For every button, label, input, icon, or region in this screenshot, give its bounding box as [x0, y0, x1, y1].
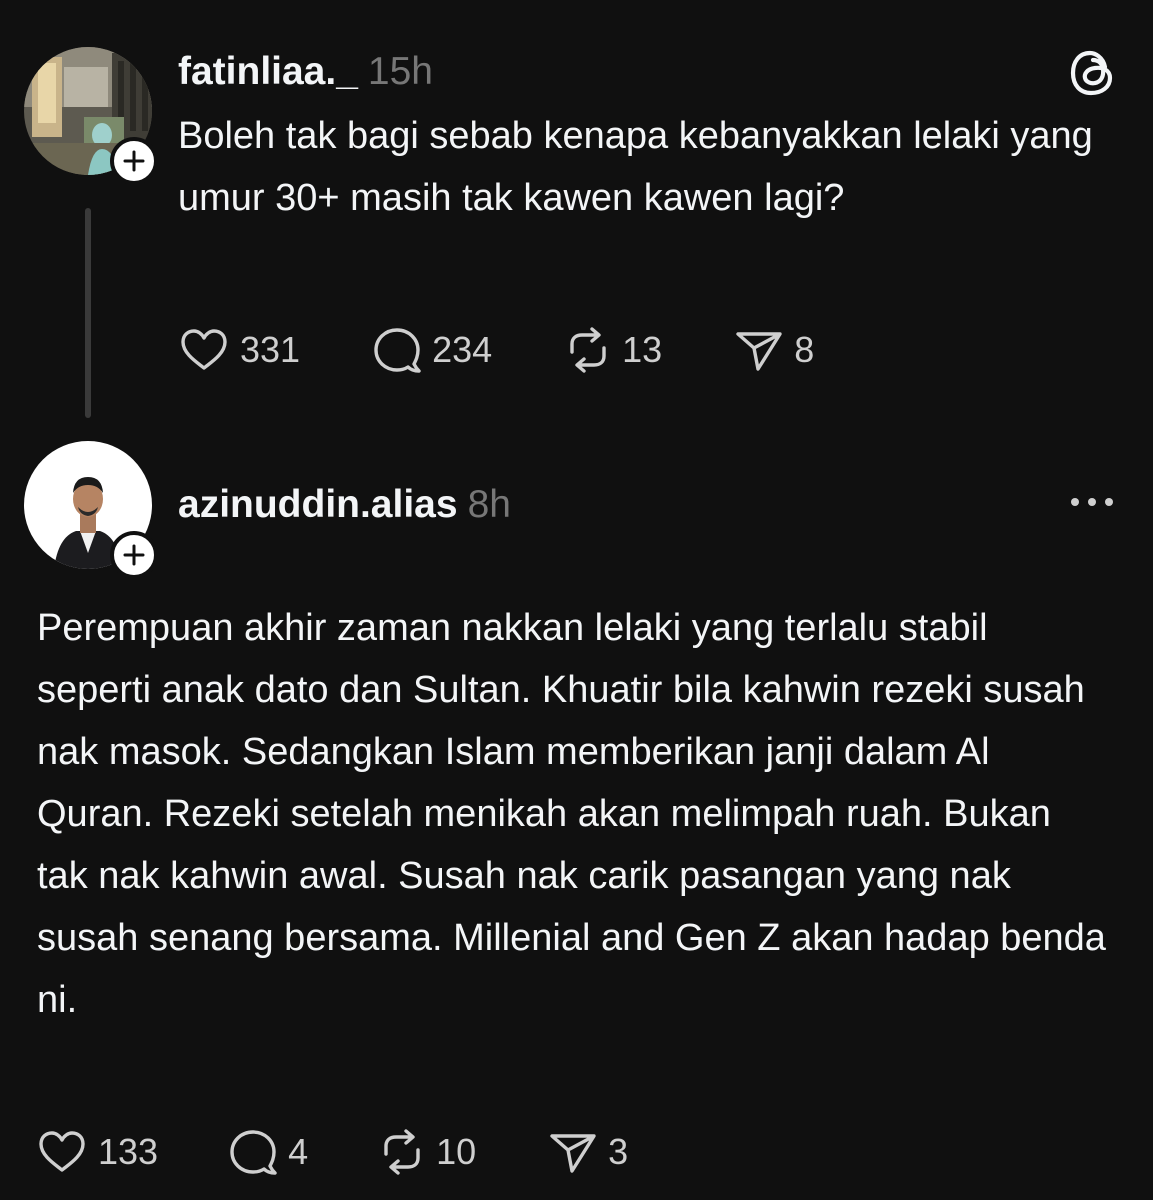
timestamp: 15h	[367, 50, 433, 93]
comment-icon	[374, 328, 421, 373]
comment-icon	[230, 1130, 277, 1175]
share-count: 3	[608, 1131, 629, 1172]
post-body: Boleh tak bagi sebab kenapa kebanyakkan …	[178, 115, 1093, 219]
send-icon	[550, 1134, 596, 1173]
repost-icon	[384, 1129, 420, 1175]
plus-icon	[123, 544, 145, 566]
repost-icon	[570, 327, 606, 373]
username[interactable]: azinuddin.alias	[178, 483, 458, 526]
share-button[interactable]: 3	[548, 1128, 628, 1176]
repost-count: 13	[622, 329, 663, 370]
repost-count: 10	[436, 1131, 477, 1172]
send-icon	[736, 332, 782, 371]
reply-body: Perempuan akhir zaman nakkan lelaki yang…	[37, 607, 1106, 1021]
share-button[interactable]: 8	[734, 326, 814, 374]
more-options-icon[interactable]	[1068, 490, 1116, 514]
repost-button[interactable]: 13	[564, 326, 662, 374]
thread-connector-line	[85, 208, 91, 418]
heart-icon	[181, 329, 227, 370]
timestamp: 8h	[467, 483, 511, 526]
reply-actions: 133 4 10 3	[36, 1127, 628, 1177]
threads-logo-icon[interactable]	[1067, 47, 1119, 99]
heart-icon	[39, 1131, 85, 1172]
share-count: 8	[794, 329, 815, 370]
like-count: 133	[98, 1131, 159, 1172]
reply-button[interactable]: 234	[372, 326, 492, 374]
reply-count: 4	[288, 1131, 309, 1172]
like-button[interactable]: 133	[36, 1128, 158, 1176]
follow-button[interactable]	[110, 137, 158, 185]
username[interactable]: fatinliaa._	[178, 50, 358, 93]
post-header: fatinliaa._ 15h	[178, 52, 433, 91]
reply-count: 234	[432, 329, 493, 370]
reply-header: azinuddin.alias 8h	[178, 485, 511, 524]
repost-button[interactable]: 10	[378, 1128, 476, 1176]
like-button[interactable]: 331	[178, 326, 300, 374]
plus-icon	[123, 150, 145, 172]
like-count: 331	[240, 329, 301, 370]
follow-button[interactable]	[110, 531, 158, 579]
reply-button[interactable]: 4	[228, 1128, 308, 1176]
post-actions: 331 234 13 8	[178, 325, 814, 375]
